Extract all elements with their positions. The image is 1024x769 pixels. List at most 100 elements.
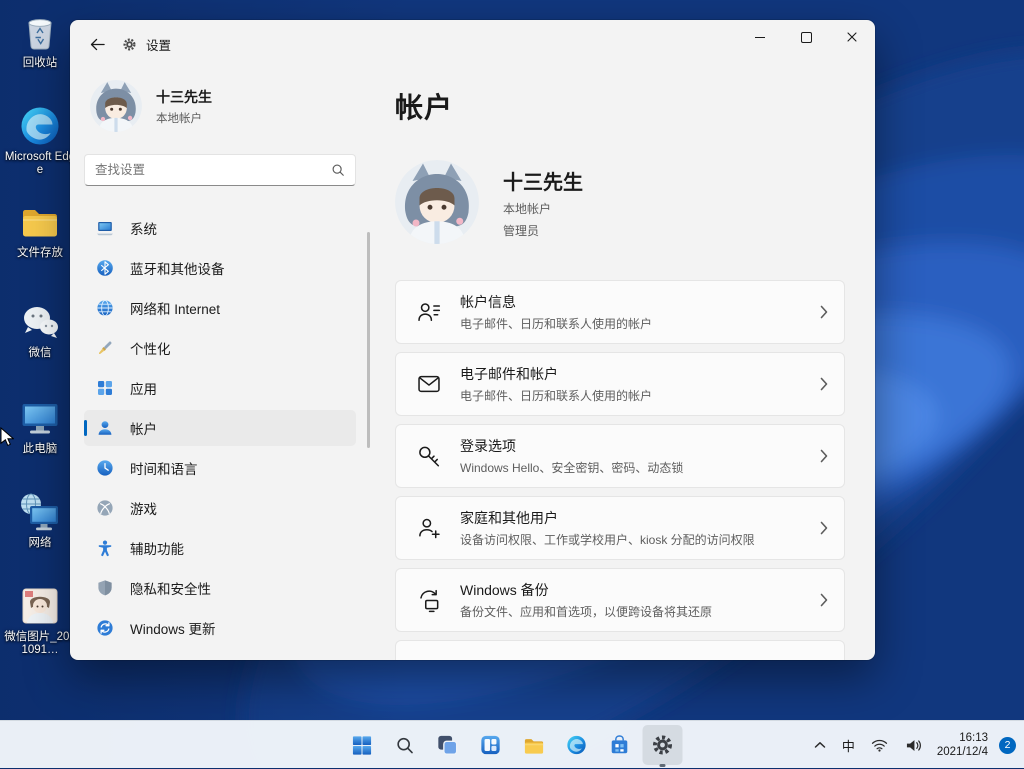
settings-sidebar: 十三先生 本地帐户 系统 蓝牙和其他设备 [70, 68, 370, 660]
page-title: 帐户 [395, 86, 845, 126]
desktop-icon-label: 回收站 [23, 57, 58, 70]
settings-gear-icon [122, 37, 137, 52]
avatar [90, 80, 142, 132]
sidebar-item-system[interactable]: 系统 [84, 210, 356, 246]
accounts-page: 帐户 十三先生 [395, 68, 875, 660]
sidebar-item-accessibility[interactable]: 辅助功能 [84, 530, 356, 566]
profile-avatar [395, 160, 479, 244]
xbox-icon [96, 499, 114, 517]
card-windows-backup[interactable]: Windows 备份 备份文件、应用和首选项，以便跨设备将其还原 [395, 568, 845, 632]
desktop-icon-this-pc[interactable]: 此电脑 [2, 396, 78, 456]
card-sign-in-options[interactable]: 登录选项 Windows Hello、安全密钥、密码、动态锁 [395, 424, 845, 488]
notification-badge[interactable]: 2 [999, 737, 1016, 754]
sidebar-item-label: 游戏 [130, 498, 157, 518]
sidebar-user-name: 十三先生 [156, 87, 212, 107]
tray-hidden-icons-button[interactable] [810, 737, 830, 753]
card-account-info[interactable]: 帐户信息 电子邮件、日历和联系人使用的帐户 [395, 280, 845, 344]
sidebar-item-label: 蓝牙和其他设备 [130, 258, 225, 278]
desktop-icon-edge[interactable]: Microsoft Edge [2, 104, 78, 177]
gear-icon [651, 733, 675, 757]
taskbar-search-button[interactable] [385, 725, 425, 765]
globe-icon [96, 299, 114, 317]
desktop-icon-wechat-image[interactable]: 微信图片_2021091… [2, 584, 78, 657]
chevron-right-icon [820, 449, 828, 463]
settings-search-input[interactable] [95, 163, 323, 177]
close-button[interactable] [829, 20, 875, 54]
folder-icon [522, 734, 545, 757]
shield-icon [96, 579, 114, 597]
sidebar-item-network-internet[interactable]: 网络和 Internet [84, 290, 356, 326]
sidebar-item-label: Windows 更新 [130, 618, 216, 638]
sidebar-item-apps[interactable]: 应用 [84, 370, 356, 406]
titlebar: 设置 [70, 20, 875, 68]
taskbar-file-explorer-button[interactable] [514, 725, 554, 765]
image-thumbnail-icon [18, 584, 62, 628]
taskbar-edge-button[interactable] [557, 725, 597, 765]
tray-ime-indicator[interactable]: 中 [839, 734, 858, 757]
tray-network-button[interactable] [867, 735, 892, 756]
sidebar-item-label: 帐户 [130, 418, 157, 438]
taskbar-clock[interactable]: 16:13 2021/12/4 [935, 731, 990, 759]
taskbar-start-button[interactable] [342, 725, 382, 765]
minimize-button[interactable] [737, 20, 783, 54]
sidebar-item-label: 网络和 Internet [130, 298, 220, 318]
sidebar-item-personalization[interactable]: 个性化 [84, 330, 356, 366]
taskbar-store-button[interactable] [600, 725, 640, 765]
clock-date: 2021/12/4 [937, 745, 988, 759]
desktop-icon-file-folder[interactable]: 文件存放 [2, 200, 78, 260]
sidebar-item-bluetooth-devices[interactable]: 蓝牙和其他设备 [84, 250, 356, 286]
chevron-right-icon [820, 305, 828, 319]
backup-icon [416, 587, 442, 613]
sidebar-item-label: 隐私和安全性 [130, 578, 211, 598]
chevron-right-icon [820, 521, 828, 535]
sidebar-user[interactable]: 十三先生 本地帐户 [84, 78, 356, 132]
key-icon [416, 443, 442, 469]
recycle-bin-icon [18, 10, 62, 54]
sidebar-item-time-language[interactable]: 时间和语言 [84, 450, 356, 486]
profile-role: 管理员 [503, 222, 583, 239]
back-button[interactable] [80, 29, 114, 59]
card-title: Windows 备份 [460, 580, 802, 600]
maximize-button[interactable] [783, 20, 829, 54]
sidebar-item-gaming[interactable]: 游戏 [84, 490, 356, 526]
sidebar-scrollbar[interactable] [367, 232, 370, 448]
desktop-icon-recycle-bin[interactable]: 回收站 [2, 10, 78, 70]
sidebar-item-windows-update[interactable]: Windows 更新 [84, 610, 356, 646]
desktop-icon-label: 微信 [29, 347, 52, 360]
store-icon [609, 734, 631, 756]
settings-nav: 系统 蓝牙和其他设备 网络和 Internet 个性化 [84, 210, 356, 646]
windows-logo-icon [351, 735, 372, 756]
sidebar-item-label: 辅助功能 [130, 538, 184, 558]
taskbar-settings-button[interactable] [643, 725, 683, 765]
card-work-school-account[interactable]: 连接工作或学校帐户 [395, 640, 845, 660]
sidebar-item-privacy-security[interactable]: 隐私和安全性 [84, 570, 356, 606]
sidebar-user-type: 本地帐户 [156, 110, 212, 126]
card-email-accounts[interactable]: 电子邮件和帐户 电子邮件、日历和联系人使用的帐户 [395, 352, 845, 416]
card-subtitle: 备份文件、应用和首选项，以便跨设备将其还原 [460, 603, 802, 620]
clock-icon [96, 459, 114, 477]
desktop-icon-network[interactable]: 网络 [2, 490, 78, 550]
envelope-icon [416, 371, 442, 397]
update-icon [96, 619, 114, 637]
profile-account-type: 本地帐户 [503, 200, 583, 217]
chevron-right-icon [820, 593, 828, 607]
sidebar-item-accounts[interactable]: 帐户 [84, 410, 356, 446]
apps-grid-icon [96, 379, 114, 397]
card-family-other-users[interactable]: 家庭和其他用户 设备访问权限、工作或学校用户、kiosk 分配的访问权限 [395, 496, 845, 560]
settings-search-box [84, 154, 356, 186]
chevron-up-icon [814, 741, 826, 749]
taskbar-task-view-button[interactable] [428, 725, 468, 765]
settings-card-list: 帐户信息 电子邮件、日历和联系人使用的帐户 电子邮件和帐户 电子邮件、日历和联系… [395, 280, 845, 660]
briefcase-icon [416, 659, 442, 660]
taskbar-widgets-button[interactable] [471, 725, 511, 765]
tray-volume-button[interactable] [901, 734, 926, 757]
task-view-icon [437, 734, 459, 756]
card-title: 电子邮件和帐户 [460, 364, 802, 384]
chevron-right-icon [820, 377, 828, 391]
system-icon [96, 219, 114, 237]
card-subtitle: 设备访问权限、工作或学校用户、kiosk 分配的访问权限 [460, 531, 802, 548]
card-subtitle: Windows Hello、安全密钥、密码、动态锁 [460, 459, 802, 476]
desktop-icon-wechat[interactable]: 微信 [2, 300, 78, 360]
sidebar-item-label: 个性化 [130, 338, 171, 358]
wifi-icon [871, 739, 888, 752]
